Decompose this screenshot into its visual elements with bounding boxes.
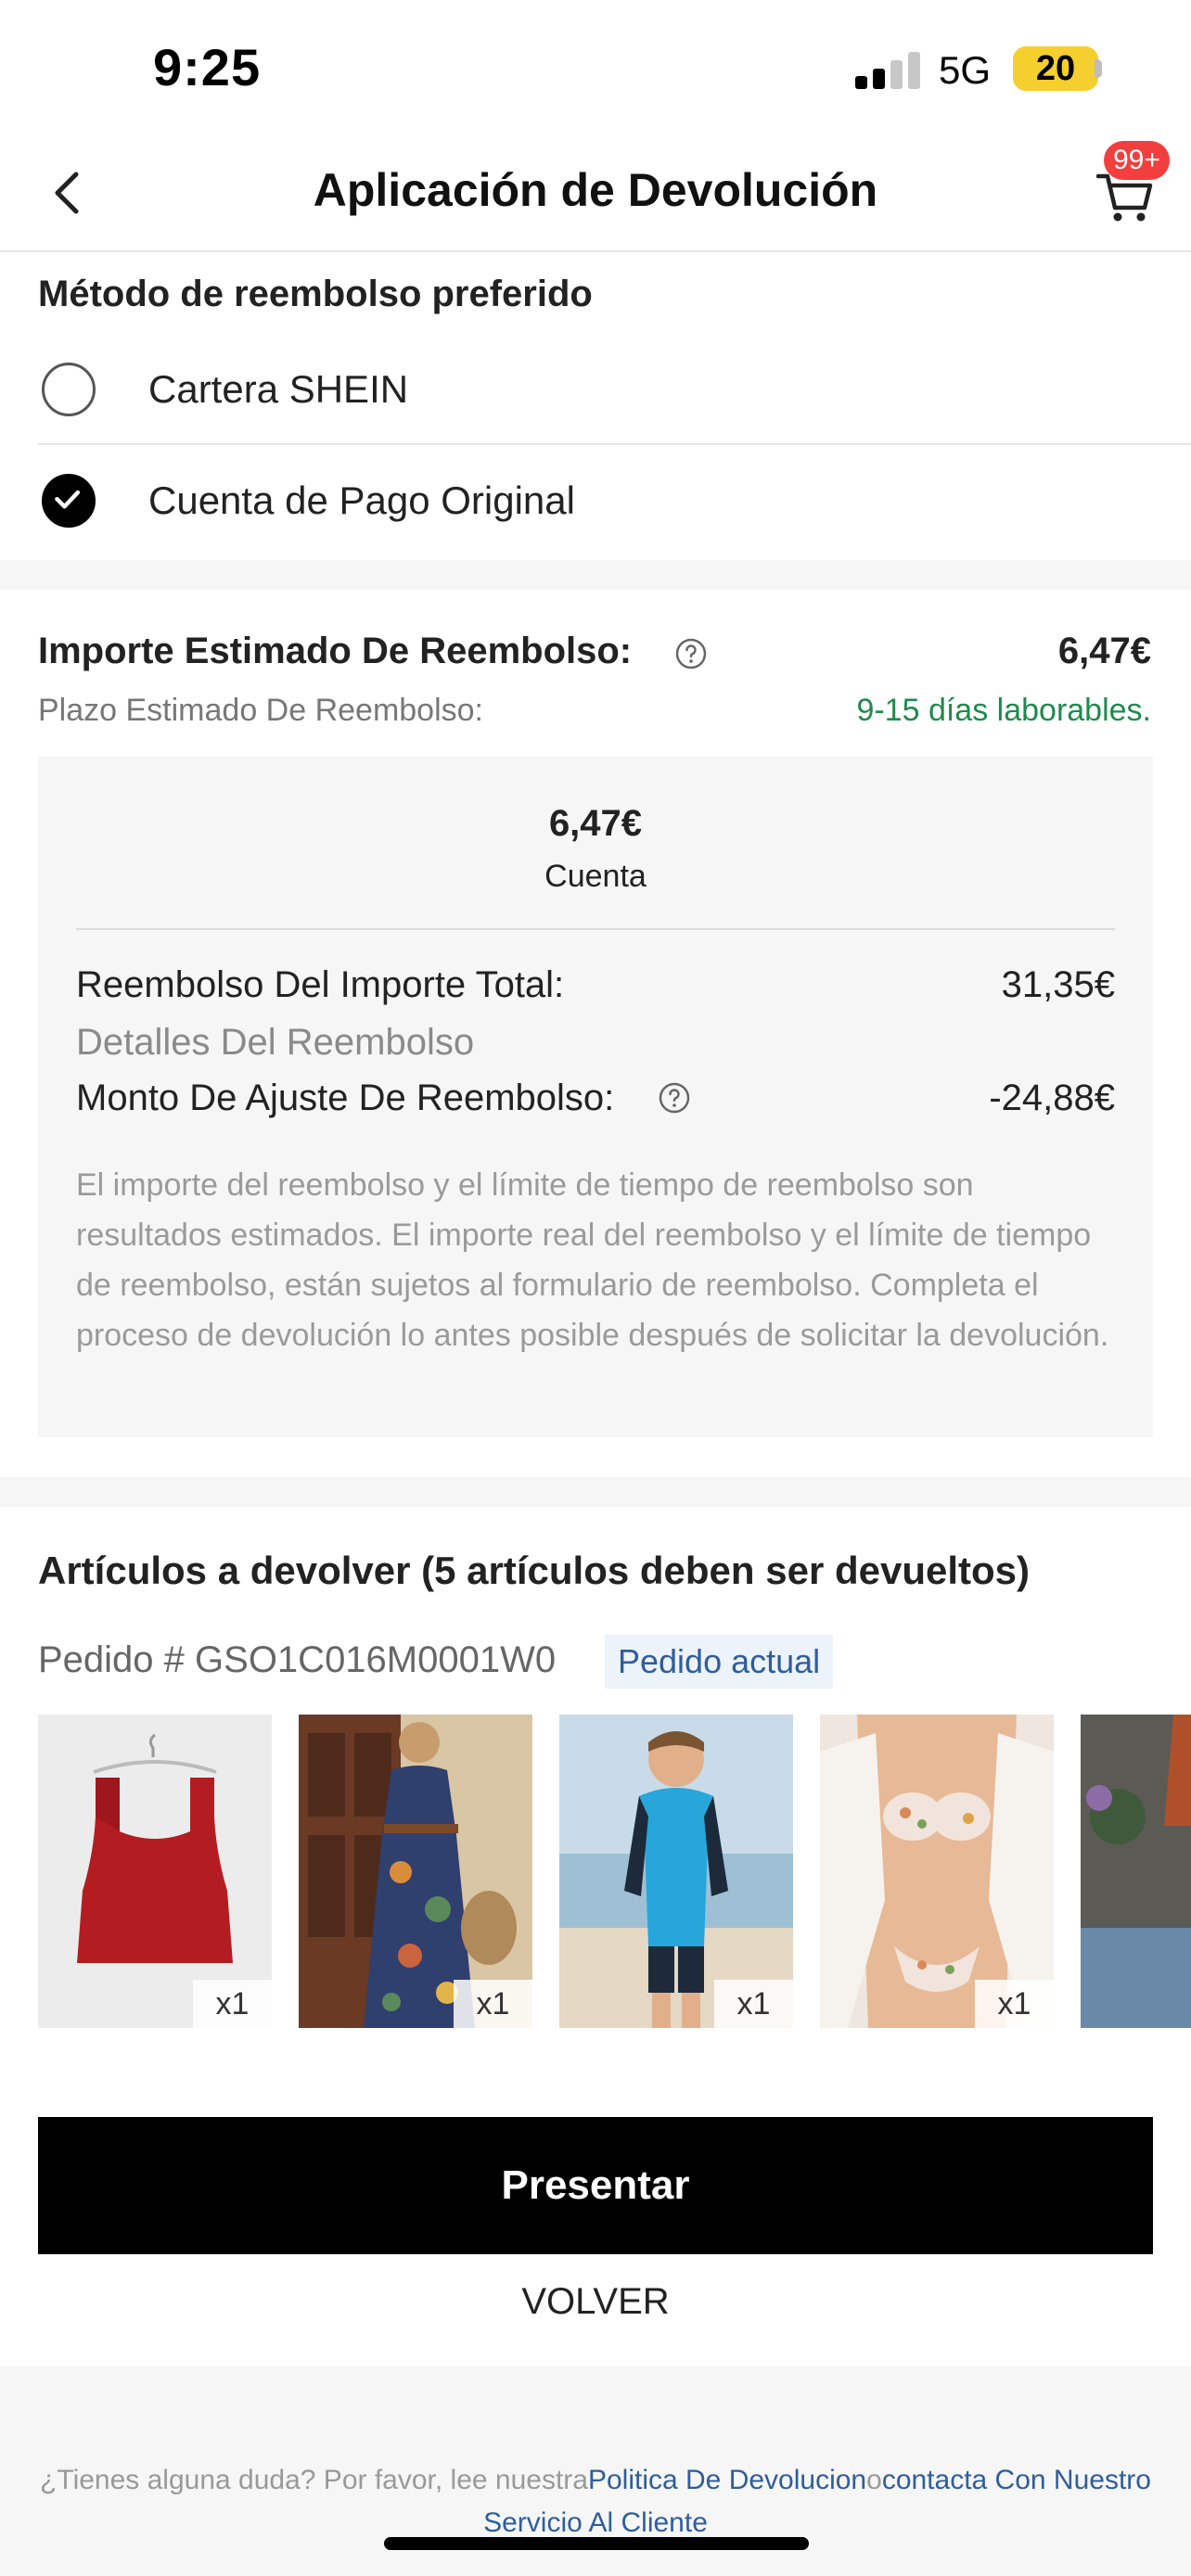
radio-checked-icon[interactable]: [42, 474, 96, 528]
back-button[interactable]: VOLVER: [0, 2281, 1191, 2323]
quantity-label: x1: [714, 1980, 793, 2028]
help-icon[interactable]: [658, 1081, 691, 1115]
help-icon[interactable]: [674, 637, 708, 670]
adjustment-value: -24,88€: [989, 1078, 1115, 1118]
order-number: Pedido # GSO1C016M0001W0: [38, 1639, 557, 1680]
item-thumbnail[interactable]: x1: [299, 1715, 532, 2028]
submit-button[interactable]: Presentar: [38, 2117, 1153, 2254]
app-header: Aplicación de Devolución: [0, 139, 1191, 252]
box-refund-amount: 6,47€: [548, 803, 643, 844]
items-title: Artículos a devolver (5 artículos deben …: [38, 1549, 1031, 1592]
item-thumbnail[interactable]: x1: [559, 1715, 793, 2028]
return-policy-link[interactable]: Politica De Devolucion: [588, 2465, 866, 2495]
help-text: ¿Tienes alguna duda? Por favor, lee nues…: [28, 2459, 1163, 2544]
checkmark-icon: [55, 490, 81, 509]
quantity-label: x1: [975, 1980, 1054, 2028]
quantity-label: x1: [193, 1980, 272, 2028]
battery-level: 20: [1035, 49, 1076, 88]
quantity-label: x1: [454, 1980, 532, 2028]
item-thumbnail[interactable]: x1: [820, 1715, 1054, 2028]
status-bar: 9:25 5G 20: [0, 0, 1191, 139]
refund-term-value: 9-15 días laborables.: [856, 693, 1151, 728]
option-label: Cuenta de Pago Original: [148, 478, 575, 522]
orange-top-image: [1081, 1715, 1191, 2028]
adjustment-label: Monto De Ajuste De Reembolso:: [76, 1078, 615, 1118]
cart-count-badge: 99+: [1104, 141, 1170, 180]
box-account-label: Cuenta: [544, 859, 647, 894]
total-refund-label: Reembolso Del Importe Total:: [76, 964, 565, 1005]
estimated-refund-amount: 6,47€: [1057, 631, 1151, 671]
home-indicator: [384, 2537, 809, 2550]
page-title: Aplicación de Devolución: [313, 164, 878, 216]
refund-disclaimer: El importe del reembolso y el límite de …: [76, 1167, 1109, 1353]
refund-term-label: Plazo Estimado De Reembolso:: [38, 693, 484, 728]
option-label: Cartera SHEIN: [148, 367, 409, 411]
refund-details-label: Detalles Del Reembolso: [76, 1022, 475, 1063]
signal-icon: [855, 52, 920, 89]
network-type: 5G: [939, 48, 992, 92]
section-separator: [0, 1477, 1191, 1507]
help-connector: o: [866, 2465, 882, 2495]
box-divider: [76, 928, 1115, 930]
total-refund-value: 31,35€: [1001, 964, 1115, 1005]
refund-details-box: 6,47€ Cuenta Reembolso Del Importe Total…: [38, 757, 1153, 1437]
option-shein-wallet[interactable]: Cartera SHEIN: [0, 334, 1191, 445]
refund-method-title: Método de reembolso preferido: [38, 274, 593, 314]
radio-unchecked-icon[interactable]: [42, 363, 96, 416]
item-thumbnail[interactable]: [1081, 1715, 1191, 2028]
current-order-tag: Pedido actual: [605, 1635, 834, 1689]
status-time: 9:25: [153, 38, 262, 96]
estimated-refund-label: Importe Estimado De Reembolso:: [38, 631, 633, 671]
item-thumbnail[interactable]: x1: [38, 1715, 272, 2028]
option-original-payment[interactable]: Cuenta de Pago Original: [0, 445, 1191, 556]
section-separator: [0, 560, 1191, 590]
help-prefix: ¿Tienes alguna duda? Por favor, lee nues…: [40, 2465, 588, 2495]
item-thumbnails[interactable]: x1 x1 x1 x1: [38, 1715, 1191, 2028]
